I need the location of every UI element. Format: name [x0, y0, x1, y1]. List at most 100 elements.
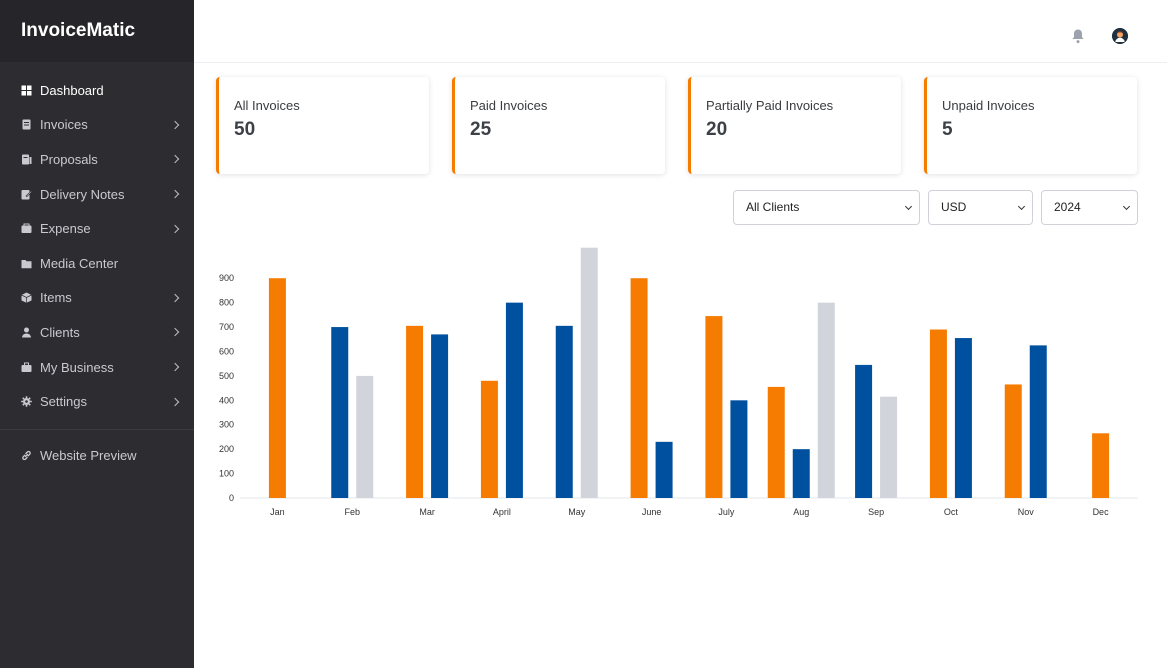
client-select-value: All Clients	[746, 200, 800, 214]
sidebar-item-proposals[interactable]: Proposals	[0, 142, 194, 177]
sidebar-nav: Dashboard Invoices Proposals Delivery Notes…	[0, 62, 194, 419]
chevron-down-icon	[1017, 202, 1026, 211]
sidebar-item-my-business[interactable]: My Business	[0, 350, 194, 385]
chart-bar[interactable]	[705, 316, 723, 498]
card-value: 50	[234, 119, 256, 140]
chart-bar[interactable]	[855, 364, 873, 498]
chart-bar[interactable]	[792, 449, 810, 498]
sidebar-item-expense[interactable]: Expense	[0, 211, 194, 246]
y-tick-label: 700	[219, 322, 234, 332]
card-value: 5	[942, 119, 953, 140]
card-value: 25	[470, 119, 492, 140]
y-tick-label: 300	[219, 420, 234, 430]
chart-bar[interactable]	[1029, 345, 1047, 498]
sidebar-item-settings[interactable]: Settings	[0, 384, 194, 419]
wallet-icon	[21, 223, 32, 234]
chart-bar[interactable]	[580, 247, 598, 498]
x-tick-label: Nov	[1018, 507, 1035, 517]
y-tick-label: 0	[229, 493, 234, 503]
chart-bar[interactable]	[480, 380, 498, 498]
chart-bar[interactable]	[268, 278, 286, 498]
chart-bar[interactable]	[1004, 384, 1022, 498]
sidebar-item-label: Media Center	[40, 255, 119, 271]
chart-bar[interactable]	[767, 386, 785, 498]
delivery-note-icon	[21, 189, 32, 200]
sidebar-item-invoices[interactable]: Invoices	[0, 108, 194, 143]
x-tick-label: May	[568, 507, 586, 517]
summary-card[interactable]: Paid Invoices 25	[452, 77, 665, 174]
x-tick-label: Mar	[419, 507, 435, 517]
client-select[interactable]: All Clients	[733, 190, 920, 225]
chart-bar[interactable]	[630, 278, 648, 498]
bell-icon[interactable]	[1071, 28, 1085, 44]
year-select[interactable]: 2024	[1041, 190, 1138, 225]
chart-bar[interactable]	[1092, 433, 1110, 498]
sidebar-item-clients[interactable]: Clients	[0, 315, 194, 350]
y-tick-label: 600	[219, 346, 234, 356]
y-tick-label: 800	[219, 298, 234, 308]
y-tick-label: 200	[219, 444, 234, 454]
dashboard-icon	[21, 85, 32, 96]
card-value: 20	[706, 119, 728, 140]
x-tick-label: Jan	[270, 507, 285, 517]
sidebar-item-label: My Business	[40, 359, 114, 375]
x-tick-label: Feb	[344, 507, 360, 517]
chevron-down-icon	[904, 202, 913, 211]
chart-bar[interactable]	[655, 441, 673, 498]
chart-bar[interactable]	[817, 302, 835, 498]
sidebar-item-items[interactable]: Items	[0, 281, 194, 316]
card-label: Paid Invoices	[470, 98, 548, 113]
app-title: InvoiceMatic	[0, 0, 194, 62]
sidebar-item-website-preview[interactable]: Website Preview	[0, 438, 194, 473]
chart-bar[interactable]	[555, 325, 573, 498]
chart-bar[interactable]	[431, 334, 449, 498]
x-tick-label: Dec	[1093, 507, 1110, 517]
summary-card[interactable]: Unpaid Invoices 5	[924, 77, 1137, 174]
chevron-down-icon	[1122, 202, 1131, 211]
briefcase-icon	[21, 362, 32, 373]
sidebar-item-label: Proposals	[40, 151, 98, 167]
sidebar-item-label: Settings	[40, 394, 87, 410]
sidebar-item-dashboard[interactable]: Dashboard	[0, 73, 194, 108]
sidebar-item-label: Delivery Notes	[40, 186, 125, 202]
x-tick-label: July	[718, 507, 735, 517]
sidebar-item-label: Items	[40, 290, 72, 306]
sidebar-item-label: Website Preview	[40, 447, 137, 463]
card-label: Unpaid Invoices	[942, 98, 1035, 113]
chart-bar[interactable]	[406, 325, 424, 498]
chart-bar[interactable]	[954, 338, 972, 498]
chart-bar[interactable]	[331, 327, 349, 498]
chevron-right-icon	[170, 189, 180, 199]
year-select-value: 2024	[1054, 200, 1081, 214]
sidebar-item-delivery-notes[interactable]: Delivery Notes	[0, 177, 194, 212]
chevron-right-icon	[170, 155, 180, 164]
y-tick-label: 100	[219, 469, 234, 479]
y-tick-label: 400	[219, 395, 234, 405]
chart-bar[interactable]	[929, 329, 947, 498]
x-tick-label: Sep	[868, 507, 884, 517]
chart-bar[interactable]	[356, 375, 374, 498]
chart-bar[interactable]	[730, 400, 748, 498]
folder-icon	[21, 258, 32, 269]
chevron-right-icon	[170, 224, 180, 233]
box-icon	[21, 292, 32, 304]
avatar[interactable]	[1112, 28, 1128, 44]
summary-card[interactable]: All Invoices 50	[216, 77, 429, 174]
currency-select[interactable]: USD	[928, 190, 1033, 225]
gear-icon	[21, 396, 32, 407]
sidebar-item-label: Dashboard	[40, 82, 104, 98]
x-tick-label: April	[493, 507, 511, 517]
chart-bar[interactable]	[880, 396, 898, 498]
chevron-right-icon	[170, 293, 180, 303]
chevron-right-icon	[170, 362, 180, 372]
x-tick-label: Aug	[793, 507, 809, 517]
card-label: All Invoices	[234, 98, 300, 113]
chart-bar[interactable]	[505, 302, 523, 498]
sidebar: InvoiceMatic Dashboard Invoices Proposals D…	[0, 0, 194, 668]
sidebar-item-label: Expense	[40, 221, 91, 237]
user-icon	[21, 327, 32, 338]
x-tick-label: June	[642, 507, 662, 517]
sidebar-item-label: Invoices	[40, 117, 88, 133]
summary-card[interactable]: Partially Paid Invoices 20	[688, 77, 901, 174]
sidebar-item-media-center[interactable]: Media Center	[0, 246, 194, 281]
